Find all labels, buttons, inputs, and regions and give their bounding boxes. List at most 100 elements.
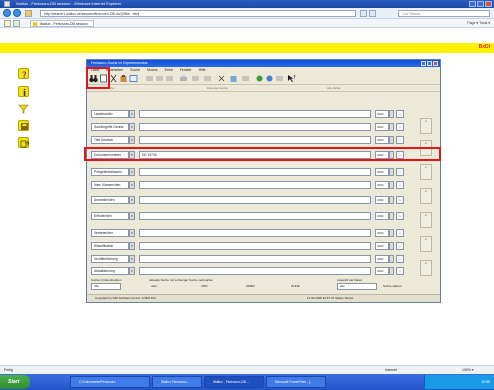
chevron-down-icon[interactable]: ▾ bbox=[129, 267, 135, 275]
disabled-tool-icon[interactable] bbox=[155, 74, 164, 83]
operator-select[interactable]: UND bbox=[375, 123, 389, 131]
start-search-label[interactable]: Suche starten bbox=[383, 284, 402, 288]
address-input[interactable]: http://search1.wallux.de/session/fenicso… bbox=[40, 10, 356, 17]
operator-select[interactable]: UND bbox=[375, 212, 389, 220]
search-input[interactable]: Live Search bbox=[398, 10, 490, 17]
field-label-select[interactable]: Erfinder/den bbox=[91, 212, 129, 220]
refresh-icon[interactable] bbox=[360, 10, 367, 17]
side-action-button[interactable]: x bbox=[420, 164, 432, 180]
field-browse-button[interactable]: … bbox=[396, 110, 404, 118]
side-action-button[interactable]: x bbox=[420, 212, 432, 228]
field-value-input[interactable] bbox=[139, 136, 371, 144]
info-icon[interactable]: i bbox=[18, 86, 29, 99]
back-icon[interactable] bbox=[3, 9, 11, 17]
chevron-down-icon[interactable]: ▾ bbox=[129, 123, 135, 131]
chevron-down-icon[interactable] bbox=[389, 181, 394, 189]
side-action-button[interactable]: x bbox=[420, 236, 432, 252]
chevron-down-icon[interactable]: ▾ bbox=[129, 196, 135, 204]
chevron-down-icon[interactable]: ▾ bbox=[129, 181, 135, 189]
field-browse-button[interactable]: … bbox=[396, 196, 404, 204]
field-browse-button[interactable]: … bbox=[396, 123, 404, 131]
chevron-down-icon[interactable] bbox=[389, 242, 394, 250]
field-browse-button[interactable]: … bbox=[396, 136, 404, 144]
field-value-input[interactable] bbox=[139, 255, 371, 263]
dialog-minimize-button[interactable] bbox=[421, 61, 426, 66]
dialog-maximize-button[interactable] bbox=[427, 61, 432, 66]
favorites-star-icon[interactable] bbox=[4, 20, 11, 27]
chevron-down-icon[interactable] bbox=[389, 168, 394, 176]
disabled-tool-icon[interactable] bbox=[203, 74, 212, 83]
chevron-down-icon[interactable] bbox=[389, 267, 394, 275]
operator-select[interactable]: UND bbox=[375, 229, 389, 237]
page-tools-menu[interactable]: Page ▾ Tools ▾ bbox=[467, 21, 490, 25]
field-value-input[interactable] bbox=[139, 110, 371, 118]
chevron-down-icon[interactable]: ▾ bbox=[129, 110, 135, 118]
disabled-tool-icon[interactable] bbox=[145, 74, 154, 83]
field-browse-button[interactable]: … bbox=[396, 229, 404, 237]
print-icon[interactable] bbox=[179, 74, 188, 83]
operator-select[interactable]: UND bbox=[375, 181, 389, 189]
field-label-select[interactable]: Titel Deutsch bbox=[91, 136, 129, 144]
sort-icon[interactable] bbox=[217, 74, 226, 83]
side-action-button[interactable]: x bbox=[420, 118, 432, 134]
mode-all-fields-radio[interactable]: Alle Felder bbox=[327, 86, 341, 90]
chevron-down-icon[interactable]: ▾ bbox=[129, 136, 135, 144]
zoom-control[interactable]: 100% ▾ bbox=[462, 366, 474, 374]
add-favorite-icon[interactable] bbox=[13, 20, 20, 27]
chevron-down-icon[interactable] bbox=[389, 229, 394, 237]
tab-session[interactable]: Wallux - Fenicsoro-DB session bbox=[30, 20, 94, 27]
export-icon[interactable] bbox=[18, 137, 30, 148]
field-browse-button[interactable]: … bbox=[396, 267, 404, 275]
taskbar-item[interactable]: Microsoft PowerPoint - [... bbox=[266, 376, 326, 388]
field-label-select[interactable]: Anmelder/den bbox=[91, 196, 129, 204]
chevron-down-icon[interactable] bbox=[389, 255, 394, 263]
chevron-down-icon[interactable]: ▾ bbox=[129, 168, 135, 176]
field-value-input[interactable] bbox=[139, 123, 371, 131]
field-label-select[interactable]: Klassifikation bbox=[91, 242, 129, 250]
operator-select[interactable]: UND bbox=[375, 110, 389, 118]
disabled-tool-icon[interactable] bbox=[191, 74, 200, 83]
field-label-select[interactable]: Landesvoller bbox=[91, 110, 129, 118]
taskbar-item[interactable]: C:\Dokumente\Fenicsoro bbox=[70, 376, 150, 388]
chevron-down-icon[interactable]: ▾ bbox=[129, 255, 135, 263]
combine-radio-oder2[interactable]: ODER bbox=[246, 284, 255, 288]
network-icon[interactable] bbox=[265, 74, 274, 83]
tree-icon[interactable] bbox=[255, 74, 264, 83]
field-value-input[interactable] bbox=[139, 181, 371, 189]
chevron-down-icon[interactable]: ▾ bbox=[129, 229, 135, 237]
field-value-input[interactable] bbox=[139, 267, 371, 275]
field-label-select[interactable]: Vertreter/den bbox=[91, 229, 129, 237]
chevron-down-icon[interactable] bbox=[389, 136, 394, 144]
combine-radio-oder[interactable]: oder bbox=[151, 284, 157, 288]
field-browse-button[interactable]: … bbox=[396, 212, 404, 220]
forward-icon[interactable] bbox=[13, 9, 21, 17]
chevron-down-icon[interactable] bbox=[389, 212, 394, 220]
field-label-select[interactable]: Veröffentlichung bbox=[91, 255, 129, 263]
field-browse-button[interactable]: … bbox=[396, 242, 404, 250]
operator-select[interactable]: UND bbox=[375, 242, 389, 250]
combine-radio-ohne[interactable]: OHNE bbox=[291, 284, 300, 288]
paste-icon[interactable] bbox=[119, 74, 128, 83]
start-button[interactable]: Start bbox=[0, 375, 30, 389]
chevron-down-icon[interactable]: ▾ bbox=[129, 242, 135, 250]
help-cursor-icon[interactable]: ? bbox=[287, 74, 296, 83]
help-icon[interactable]: ? bbox=[18, 68, 29, 81]
close-window-button[interactable] bbox=[485, 1, 492, 7]
chevron-down-icon[interactable] bbox=[389, 196, 394, 204]
disabled-tool-icon[interactable] bbox=[275, 74, 284, 83]
operator-select[interactable]: UND bbox=[375, 168, 389, 176]
operator-select[interactable]: UND bbox=[375, 136, 389, 144]
taskbar-item-active[interactable]: Wallux - Fenicsoro-DB ... bbox=[204, 376, 264, 388]
field-browse-button[interactable]: … bbox=[396, 168, 404, 176]
mode-expert-radio[interactable]: Expertenmodus bbox=[207, 86, 228, 90]
field-value-input[interactable] bbox=[139, 196, 371, 204]
stop-icon[interactable] bbox=[369, 10, 376, 17]
field-label-select[interactable]: Aktualisierung bbox=[91, 267, 129, 275]
db-scope-select[interactable]: Alle bbox=[91, 283, 121, 290]
save-disk-icon[interactable] bbox=[18, 120, 29, 131]
minimize-button[interactable] bbox=[469, 1, 476, 7]
field-label-select[interactable]: Prüfgebietsklassen bbox=[91, 168, 129, 176]
clipboard-icon[interactable] bbox=[229, 74, 238, 83]
field-label-select[interactable]: Suchbegriffe Deutsc bbox=[91, 123, 129, 131]
field-browse-button[interactable]: … bbox=[396, 181, 404, 189]
